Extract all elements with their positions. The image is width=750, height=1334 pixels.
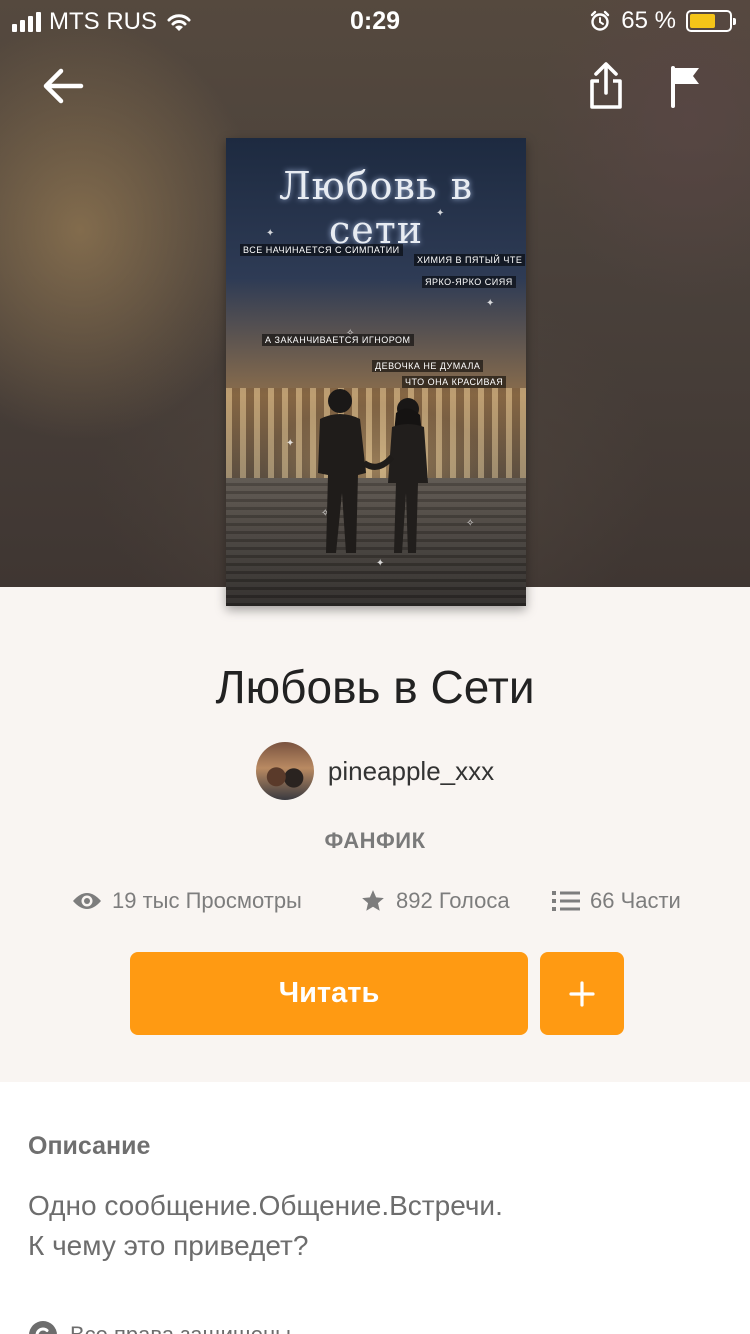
cover-text-line: ДЕВОЧКА НЕ ДУМАЛА [372,360,484,372]
book-cover[interactable]: Любовь в сети ✦ ✦ ✦ ✧ ✦ ✧ ✦ ✧ ВСЕ НАЧИНА… [226,138,526,606]
star-icon: ✦ [436,208,445,219]
views-count: 19 тыс Просмотры [112,888,302,913]
cover-text-line: ВСЕ НАЧИНАЕТСЯ С СИМПАТИИ [240,244,403,256]
battery-icon [686,10,736,32]
views-stat: 19 тыс Просмотры [72,888,302,914]
cover-text-line: ЧТО ОНА КРАСИВАЯ [402,376,507,388]
description-panel: Описание Одно сообщение.Общение.Встречи.… [0,1082,750,1334]
status-bar-right: 65 % [589,7,736,35]
story-title: Любовь в Сети [215,661,535,713]
author-avatar[interactable] [255,742,314,800]
cover-text-line: ЯРКО-ЯРКО СИЯЯ [422,276,516,288]
description-text: Одно сообщение.Общение.Встречи. К чему э… [28,1186,718,1266]
star-icon [362,890,384,911]
flag-icon [671,66,699,108]
description-heading: Описание [28,1132,151,1160]
alarm-icon [591,10,610,31]
votes-stat: 892 Голоса [360,888,510,914]
battery-fill [690,14,715,28]
votes-count: 892 Голоса [396,888,510,913]
battery-percent: 65 % [621,7,676,34]
star-icon: ✧ [466,518,475,529]
back-button[interactable] [33,56,93,116]
star-icon: ✦ [486,298,495,309]
cover-text-line: А ЗАКАНЧИВАЕТСЯ ИГНОРОМ [262,334,414,346]
author-row[interactable]: pineapple_xxx [0,742,750,800]
plus-icon [569,980,595,1007]
cover-text-line: ХИМИЯ В ПЯТЫЙ ЧТЕ [414,254,526,266]
list-icon [552,891,580,911]
parts-stat: 66 Части [552,888,681,914]
share-icon [590,62,622,109]
cover-couple-silhouette [318,389,428,553]
arrow-left-icon [43,68,84,104]
star-icon: ✦ [266,228,275,239]
parts-count: 66 Части [590,888,681,913]
story-category: ФАНФИК [324,828,426,853]
description-line: Одно сообщение.Общение.Встречи. [28,1190,503,1221]
description-line: К чему это приведет? [28,1230,309,1261]
read-button[interactable]: Читать [130,952,528,1035]
copyright-row: Все права защищены [28,1320,291,1334]
copyright-text: Все права защищены [70,1322,291,1334]
share-button[interactable] [576,56,636,116]
add-to-library-button[interactable] [540,952,624,1035]
author-name[interactable]: pineapple_xxx [328,756,494,787]
status-bar: MTS RUS 0:29 65 % [0,0,750,40]
star-icon: ✦ [286,438,295,449]
copyright-icon [29,1321,57,1334]
report-button[interactable] [656,56,716,116]
eye-icon [73,893,101,909]
